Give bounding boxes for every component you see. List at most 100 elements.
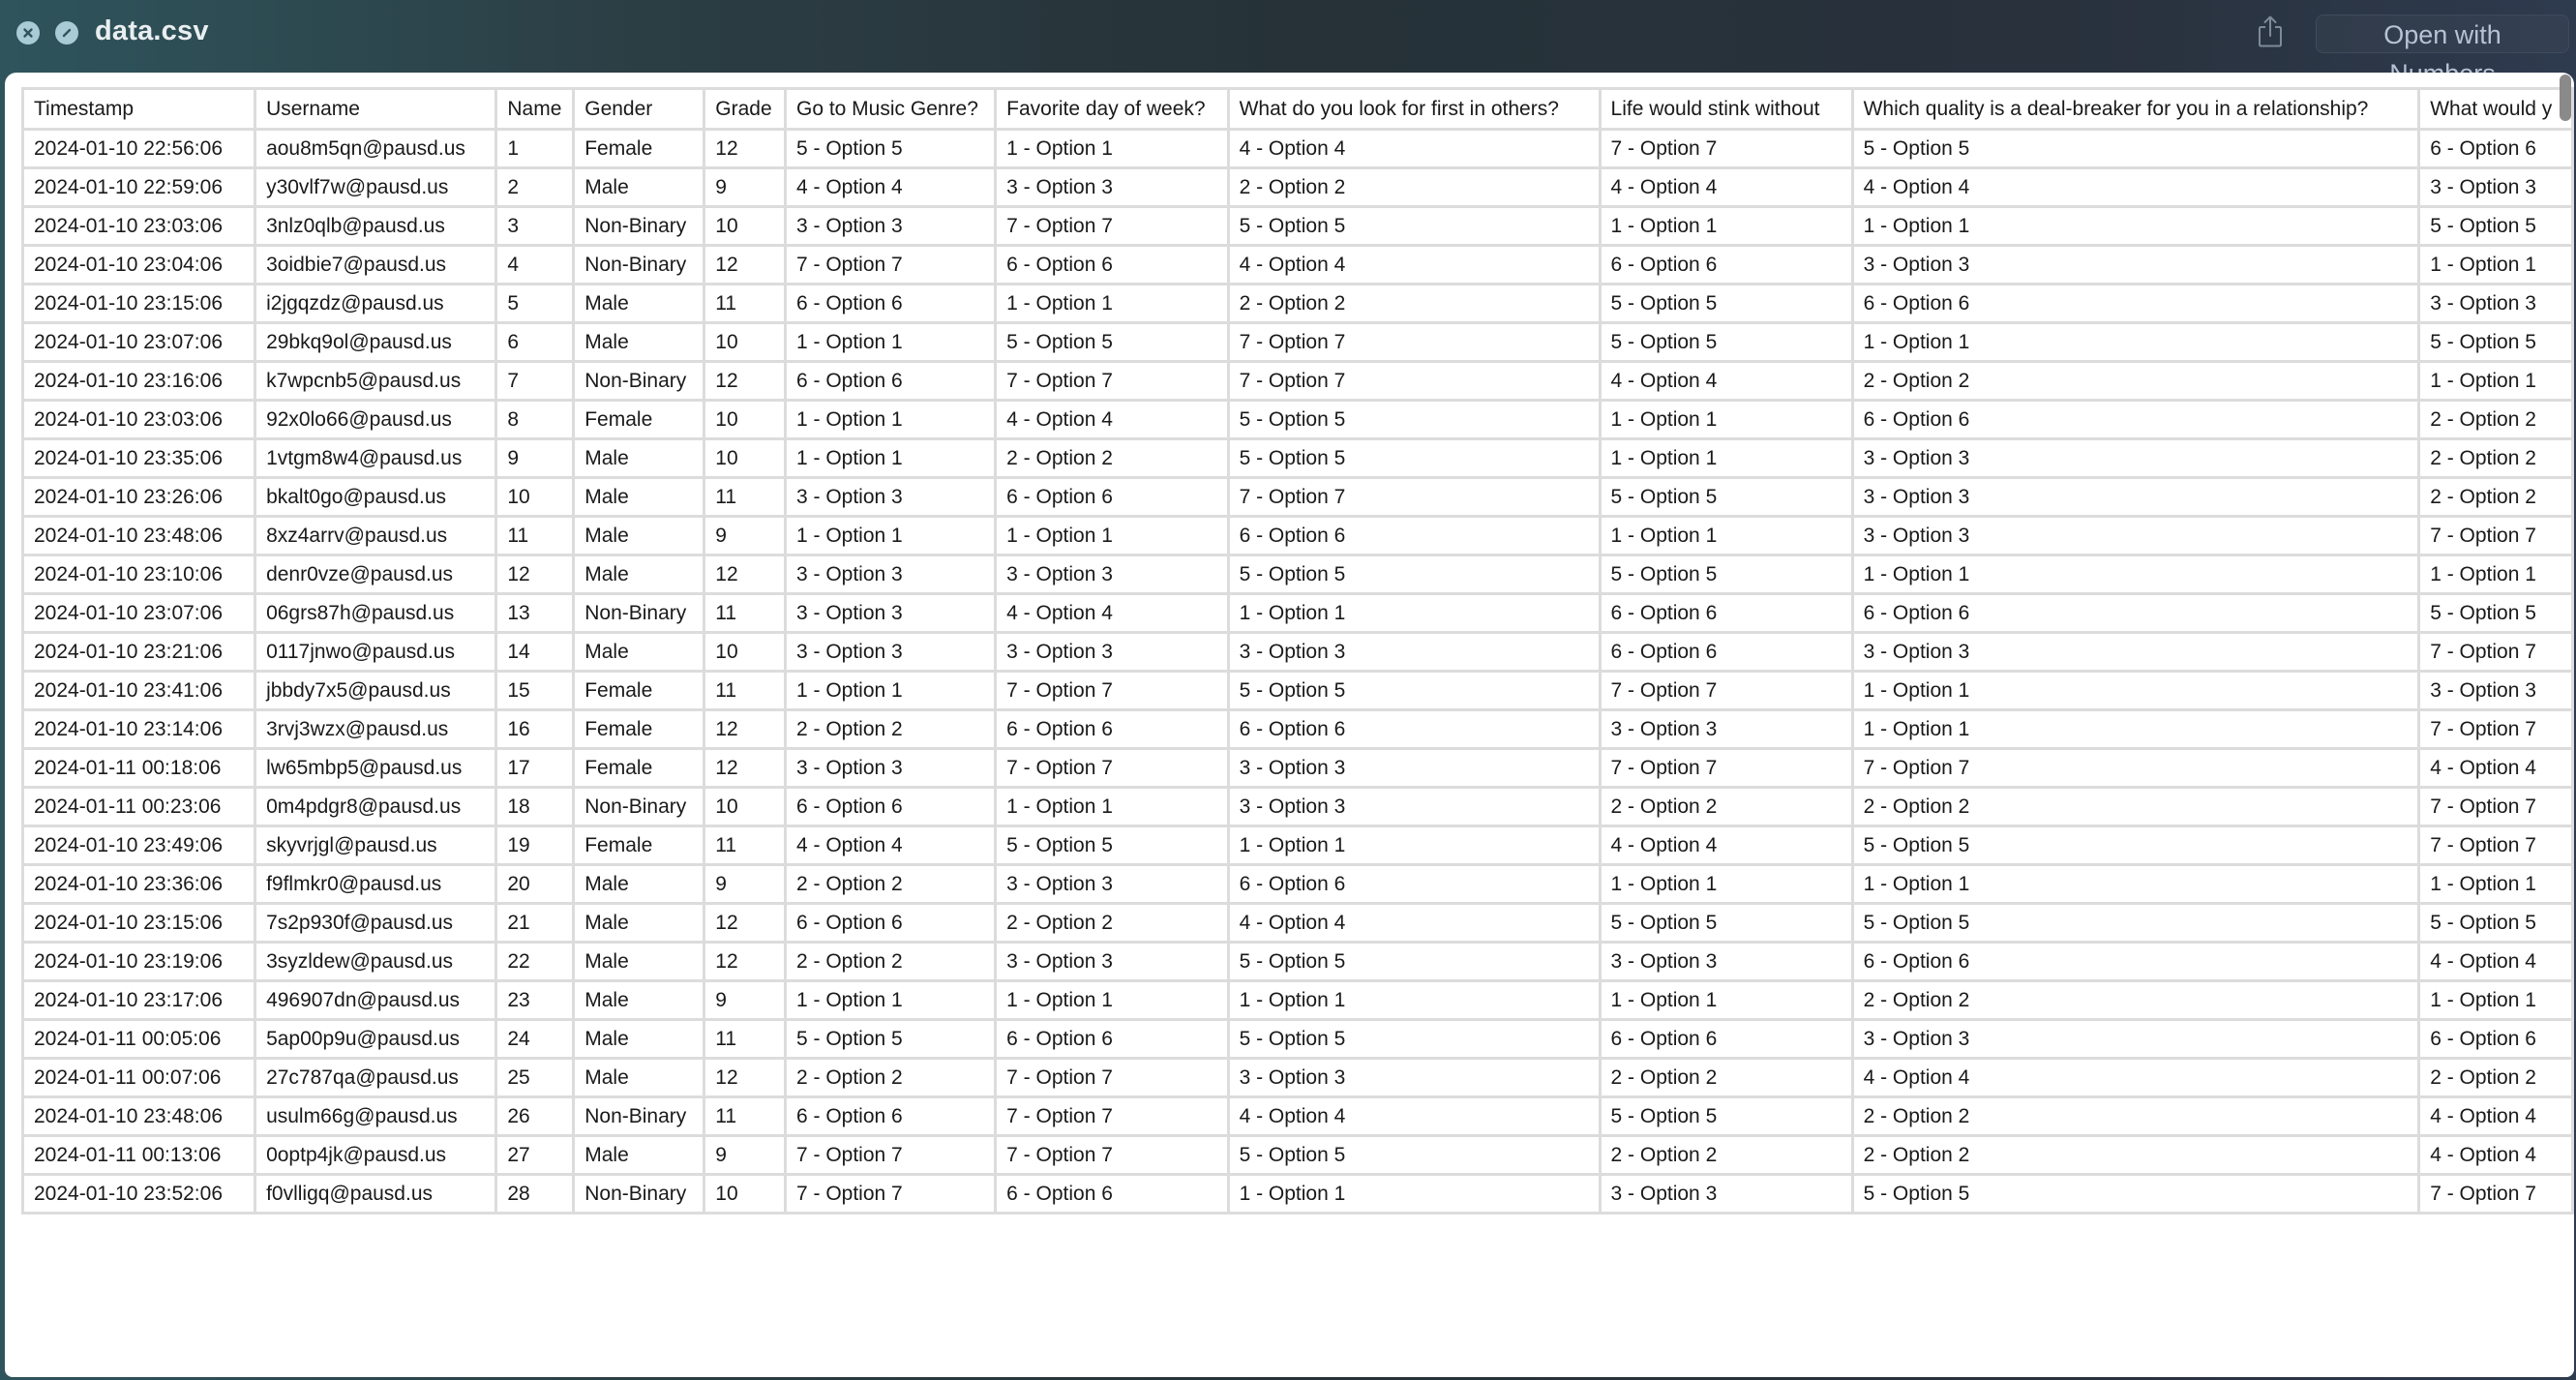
table-cell: 5 - Option 5 [1226,399,1602,440]
table-cell: 27c787qa@pausd.us [254,1057,498,1098]
table-cell: 3 - Option 3 [1226,747,1602,789]
table-cell: 6 - Option 6 [2417,128,2574,169]
table-cell: 9 [703,979,787,1021]
table-cell: 12 [703,1057,787,1098]
table-cell: denr0vze@pausd.us [254,554,498,595]
table-row: 2024-01-10 23:16:06 k7wpcnb5@pausd.us 7 Non… [20,360,2574,402]
table-cell: 11 [703,592,787,634]
table-cell: 14 [494,631,576,673]
table-cell: 7 [494,360,576,402]
close-icon[interactable] [16,21,40,45]
table-cell: 1 - Option 1 [783,321,998,363]
table-cell: 2024-01-10 23:36:06 [20,863,257,905]
table-cell: 1 - Option 1 [783,399,998,440]
table-cell: 6 - Option 6 [1850,399,2421,440]
table-cell: Male [572,283,706,324]
table-cell: 12 [703,747,787,789]
table-cell: 7 - Option 7 [2417,631,2574,673]
table-cell: 7 - Option 7 [1850,747,2421,789]
table-cell: 3 - Option 3 [994,941,1230,982]
column-header: Go to Music Genre? [783,87,998,131]
table-cell: 1 - Option 1 [1598,863,1854,905]
table-cell: 2 - Option 2 [1850,786,2421,827]
table-cell: 2 - Option 2 [2417,1057,2574,1098]
table-cell: 2 - Option 2 [1598,1134,1854,1176]
table-row: 2024-01-10 23:17:06 496907dn@pausd.us 23 Ma… [20,979,2574,1021]
table-cell: 2024-01-10 23:03:06 [20,205,257,247]
table-cell: 4 [494,244,576,285]
table-cell: 24 [494,1018,576,1060]
table-row: 2024-01-11 00:23:06 0m4pdgr8@pausd.us 18 No… [20,786,2574,827]
table-cell: lw65mbp5@pausd.us [254,747,498,789]
table-cell: 5ap00p9u@pausd.us [254,1018,498,1060]
table-cell: 2024-01-10 23:19:06 [20,941,257,982]
table-cell: 5 - Option 5 [994,825,1230,866]
table-cell: 5 - Option 5 [1850,825,2421,866]
table-row: 2024-01-10 23:49:06 skyvrjgl@pausd.us 19 Fe… [20,825,2574,866]
table-cell: 4 - Option 4 [2417,1134,2574,1176]
table-cell: 1vtgm8w4@pausd.us [254,437,498,479]
csv-table: Timestamp Username Name Gender Grade Go to Mu… [20,87,2574,1215]
table-cell: 5 - Option 5 [1598,283,1854,324]
table-cell: 11 [494,515,576,556]
table-cell: 5 - Option 5 [1598,1095,1854,1137]
table-cell: 5 - Option 5 [1226,437,1602,479]
table-cell: Female [572,128,706,169]
table-cell: 12 [703,708,787,750]
table-cell: 7 - Option 7 [994,747,1230,789]
table-cell: y30vlf7w@pausd.us [254,166,498,208]
table-cell: 3 - Option 3 [994,166,1230,208]
table-cell: 6 - Option 6 [783,786,998,827]
table-cell: 1 [494,128,576,169]
table-cell: 6 - Option 6 [1598,1018,1854,1060]
table-cell: 5 - Option 5 [783,128,998,169]
vertical-scrollbar[interactable] [2560,75,2571,121]
table-row: 2024-01-10 23:26:06 bkalt0go@pausd.us 10 Ma… [20,476,2574,518]
table-cell: 7 - Option 7 [2417,825,2574,866]
table-cell: 5 - Option 5 [1226,554,1602,595]
column-header: Username [254,87,498,131]
table-cell: 2024-01-10 23:07:06 [20,592,257,634]
csv-preview: Timestamp Username Name Gender Grade Go to Mu… [5,73,2574,1377]
table-cell: 2024-01-10 23:14:06 [20,708,257,750]
table-cell: 7 - Option 7 [1598,128,1854,169]
table-cell: 3rvj3wzx@pausd.us [254,708,498,750]
table-cell: 10 [703,437,787,479]
table-cell: 7 - Option 7 [994,205,1230,247]
table-cell: Male [572,863,706,905]
table-cell: 17 [494,747,576,789]
table-row: 2024-01-10 23:04:06 3oidbie7@pausd.us 4 Non… [20,244,2574,285]
table-cell: 7 - Option 7 [1598,747,1854,789]
table-cell: 3oidbie7@pausd.us [254,244,498,285]
table-cell: 2024-01-10 23:48:06 [20,1095,257,1137]
table-cell: 0optp4jk@pausd.us [254,1134,498,1176]
table-cell: 1 - Option 1 [994,515,1230,556]
table-cell: 12 [703,128,787,169]
table-cell: 6 - Option 6 [783,902,998,944]
table-row: 2024-01-10 23:21:06 0117jnwo@pausd.us 14 Ma… [20,631,2574,673]
table-cell: 7s2p930f@pausd.us [254,902,498,944]
table-cell: jbbdy7x5@pausd.us [254,670,498,711]
table-cell: 1 - Option 1 [1226,825,1602,866]
table-cell: 5 - Option 5 [1226,941,1602,982]
table-cell: 496907dn@pausd.us [254,979,498,1021]
table-cell: 6 - Option 6 [1226,863,1602,905]
table-cell: 1 - Option 1 [1226,979,1602,1021]
table-cell: 7 - Option 7 [1226,321,1602,363]
column-header: Which quality is a deal-breaker for you … [1850,87,2421,131]
table-cell: 5 - Option 5 [1850,902,2421,944]
table-cell: f9flmkr0@pausd.us [254,863,498,905]
table-cell: Non-Binary [572,244,706,285]
table-cell: 3 - Option 3 [1598,1173,1854,1215]
table-cell: Male [572,1057,706,1098]
fullscreen-icon[interactable] [55,21,78,45]
table-cell: 4 - Option 4 [994,399,1230,440]
table-cell: 10 [494,476,576,518]
share-icon[interactable] [2255,14,2286,50]
table-cell: 18 [494,786,576,827]
table-cell: 6 - Option 6 [1226,708,1602,750]
table-cell: 2 - Option 2 [1598,786,1854,827]
open-with-numbers-button[interactable]: Open with Numbers [2316,15,2569,88]
table-cell: 1 - Option 1 [2417,360,2574,402]
table-cell: 7 - Option 7 [783,1173,998,1215]
